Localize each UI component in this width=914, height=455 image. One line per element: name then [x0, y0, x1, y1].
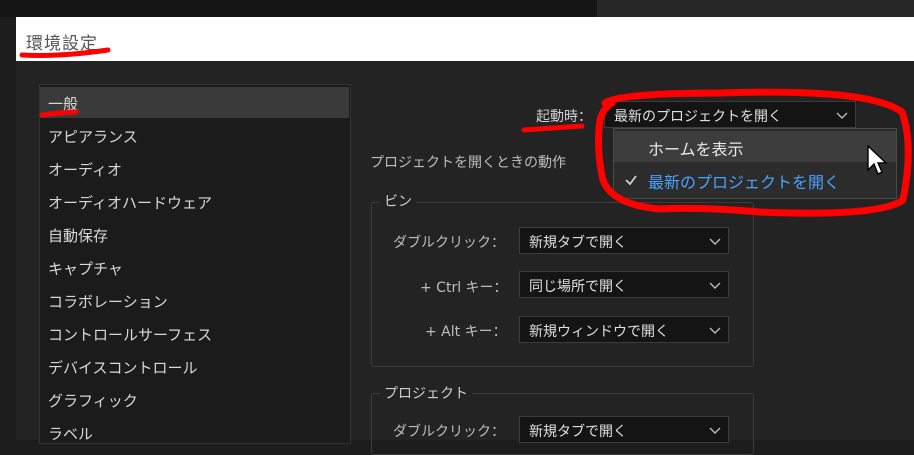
project-double-click-dropdown[interactable]: 新規タブで開く	[519, 416, 729, 443]
sidebar-item-capture[interactable]: キャプチャ	[48, 258, 123, 279]
chevron-down-icon	[709, 327, 721, 334]
sidebar[interactable]: 一般 アピアランス オーディオ オーディオハードウェア 自動保存 キャプチャ コ…	[39, 84, 351, 444]
sidebar-item-audio-hardware[interactable]: オーディオハードウェア	[48, 192, 212, 213]
sidebar-selection-highlight	[40, 87, 349, 118]
checkmark-icon	[625, 175, 637, 186]
startup-label: 起動時：	[536, 109, 592, 125]
sidebar-item-graphics[interactable]: グラフィック	[48, 390, 138, 411]
sidebar-item-collaboration[interactable]: コラボレーション	[48, 291, 168, 312]
top-strip	[0, 0, 914, 17]
bins-legend: ビン	[380, 191, 416, 211]
bins-alt-label: + Alt キー：	[425, 324, 507, 340]
project-double-click-label: ダブルクリック：	[393, 424, 505, 440]
bins-ctrl-value: 同じ場所で開く	[529, 279, 627, 295]
chevron-down-icon	[709, 238, 721, 245]
window-title: 環境設定	[26, 34, 98, 54]
startup-options-menu[interactable]: ホームを表示 最新のプロジェクトを開く	[613, 128, 897, 199]
mouse-cursor-icon	[867, 145, 888, 175]
chevron-down-icon	[709, 282, 721, 289]
sidebar-item-labels[interactable]: ラベル	[48, 423, 93, 444]
sidebar-item-device-control[interactable]: デバイスコントロール	[48, 357, 198, 378]
menu-item-show-home[interactable]: ホームを表示	[648, 136, 744, 160]
menu-item-open-recent-project[interactable]: 最新のプロジェクトを開く	[648, 169, 840, 193]
project-double-click-value: 新規タブで開く	[529, 424, 627, 440]
bins-alt-value: 新規ウィンドウで開く	[529, 324, 669, 340]
bins-ctrl-label: + Ctrl キー：	[420, 280, 508, 296]
chevron-down-icon	[836, 112, 848, 119]
title-bar	[16, 17, 914, 61]
top-strip-segment	[597, 0, 914, 17]
startup-dropdown-value: 最新のプロジェクトを開く	[614, 109, 782, 125]
sidebar-item-audio[interactable]: オーディオ	[48, 159, 122, 180]
sidebar-item-control-surface[interactable]: コントロールサーフェス	[48, 324, 212, 345]
bins-double-click-label: ダブルクリック：	[393, 235, 505, 251]
chevron-down-icon	[709, 427, 721, 434]
project-legend: プロジェクト	[380, 383, 472, 403]
sidebar-item-appearance[interactable]: アピアランス	[48, 126, 138, 147]
open-project-behavior-label: プロジェクトを開くときの動作	[370, 155, 566, 171]
sidebar-item-auto-save[interactable]: 自動保存	[48, 225, 108, 246]
bins-double-click-dropdown[interactable]: 新規タブで開く	[519, 227, 729, 254]
bins-double-click-value: 新規タブで開く	[529, 235, 627, 251]
bins-alt-dropdown[interactable]: 新規ウィンドウで開く	[519, 316, 729, 343]
sidebar-item-general[interactable]: 一般	[48, 93, 78, 114]
bins-ctrl-dropdown[interactable]: 同じ場所で開く	[519, 271, 729, 298]
startup-dropdown[interactable]: 最新のプロジェクトを開く	[604, 101, 856, 128]
